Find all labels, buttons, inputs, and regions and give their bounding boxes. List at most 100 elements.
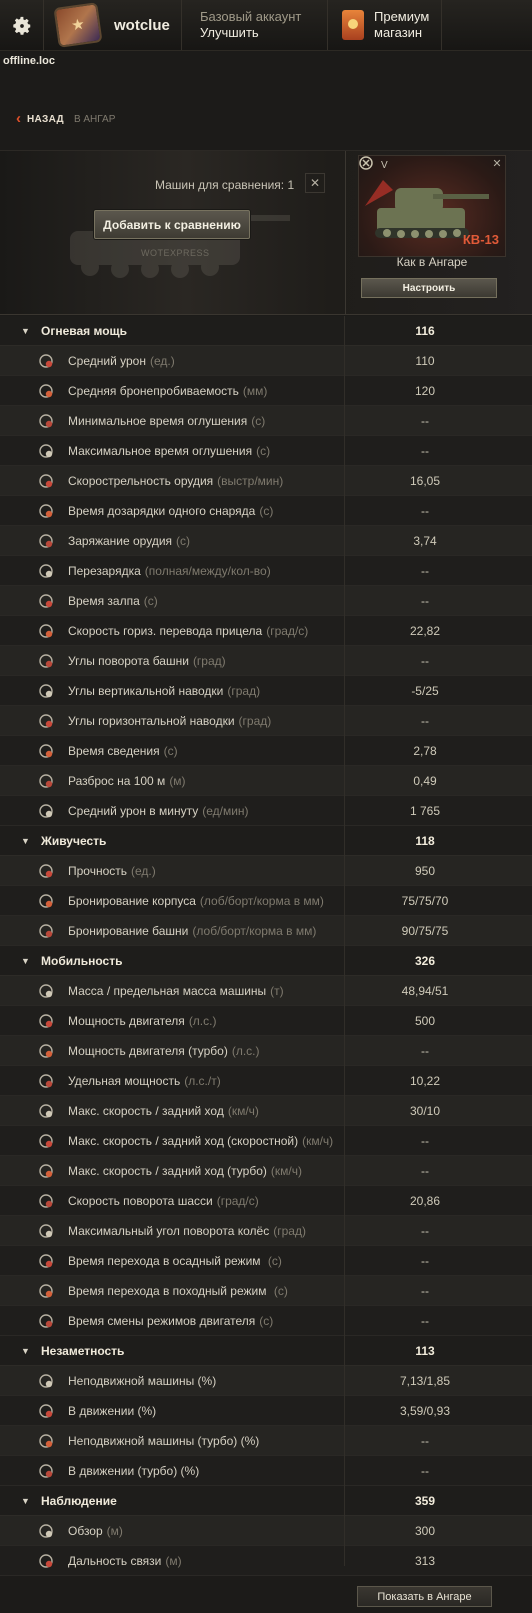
stat-value: --: [421, 713, 429, 728]
category-value: 116: [415, 323, 435, 338]
camo-moving-icon: [37, 1402, 55, 1420]
category-value: 326: [414, 953, 436, 968]
stat-unit: (км/ч): [227, 1103, 259, 1118]
stat-label-text: Время перехода в осадный режим: [68, 1253, 264, 1268]
traverse-icon: [37, 622, 55, 640]
stat-label-text: Углы вертикальной наводки: [68, 683, 224, 698]
stat-label: Мощность двигателя (турбо) (л.с.): [68, 1044, 260, 1058]
category-header[interactable]: ▼ Огневая мощь 116: [0, 316, 532, 346]
breadcrumb-target: В АНГАР: [73, 113, 116, 125]
stat-label: Удельная мощность (л.с./т): [68, 1074, 221, 1088]
stat-label: Скорость поворота шасси (град/с): [68, 1194, 259, 1208]
category-header[interactable]: ▼ Незаметность 113: [0, 1336, 532, 1366]
chevron-down-icon[interactable]: ▼: [21, 836, 31, 846]
stat-value: --: [421, 653, 429, 668]
stat-value: 3,59/0,93: [399, 1403, 451, 1418]
category-value: 359: [414, 1493, 436, 1508]
stat-label: Дальность связи (м): [68, 1554, 182, 1568]
chevron-down-icon[interactable]: ▼: [21, 956, 31, 966]
stat-row: Минимальное время оглушения (с) --: [0, 406, 532, 436]
stat-label-text: Минимальное время оглушения: [68, 413, 248, 428]
server-domain: offline.loc: [3, 55, 55, 67]
stat-label-text: Мощность двигателя: [68, 1013, 185, 1028]
wheel-angle-icon: [37, 1222, 55, 1240]
stat-value: --: [421, 593, 429, 608]
turret-armor-icon: [37, 922, 55, 940]
stat-value: 120: [414, 383, 436, 398]
stat-unit: (км/ч): [270, 1163, 302, 1178]
category-title: Живучесть: [41, 833, 107, 848]
stat-label-text: Углы поворота башни: [68, 653, 189, 668]
stat-value: 0,49: [413, 773, 437, 788]
stat-value: 16,05: [409, 473, 441, 488]
stat-value: 300: [414, 1523, 436, 1538]
stat-value: --: [421, 1163, 429, 1178]
stat-row: Максимальное время оглушения (с) --: [0, 436, 532, 466]
premium-shop-button[interactable]: Премиум магазин: [328, 0, 442, 50]
stat-label: Макс. скорость / задний ход (скоростной)…: [68, 1134, 333, 1148]
stat-row: Скорость поворота шасси (град/с) 20,86: [0, 1186, 532, 1216]
show-in-hangar-button[interactable]: Показать в Ангаре: [357, 1586, 492, 1607]
camo-still-turbo-icon: [37, 1432, 55, 1450]
stat-label-text: Время дозарядки одного снаряда: [68, 503, 256, 518]
stat-unit: (град/с): [266, 623, 309, 638]
rate-of-fire-icon: [37, 472, 55, 490]
gear-icon: [12, 16, 30, 35]
stat-label-text: Средний урон: [68, 353, 146, 368]
stat-value: 3,74: [413, 533, 437, 548]
salvo-icon: [37, 592, 55, 610]
stat-value: --: [421, 443, 429, 458]
stat-unit: (ед.): [149, 353, 175, 368]
stat-unit: (л.с.): [188, 1013, 217, 1028]
account-menu[interactable]: ★ wotclue: [44, 0, 182, 50]
category-header[interactable]: ▼ Наблюдение 359: [0, 1486, 532, 1516]
stat-label-text: Скорострельность орудия: [68, 473, 214, 488]
stat-unit: (град): [273, 1223, 306, 1238]
stat-row: Время дозарядки одного снаряда (с) --: [0, 496, 532, 526]
stat-unit: (град): [227, 683, 261, 698]
chevron-left-icon[interactable]: ‹: [16, 111, 21, 126]
dispersion-icon: [37, 772, 55, 790]
stat-label-text: В движении (%): [68, 1403, 157, 1418]
settings-button[interactable]: [0, 0, 44, 51]
stat-label-text: Мощность двигателя (турбо): [68, 1043, 228, 1058]
stat-label: Максимальное время оглушения (с): [68, 444, 270, 458]
siege-mode-icon: [37, 1252, 55, 1270]
stat-label: Заряжание орудия (с): [68, 534, 190, 548]
hit-points-icon: [37, 862, 55, 880]
stat-label: В движении (турбо) (%): [68, 1464, 199, 1478]
stat-row: Средний урон в минуту (ед/мин) 1 765: [0, 796, 532, 826]
chevron-down-icon[interactable]: ▼: [21, 1496, 31, 1506]
stats-table: ▼ Огневая мощь 116 Средний урон (ед.) 110 Сред…: [0, 316, 532, 1576]
add-to-compare-button[interactable]: Добавить к сравнению: [94, 210, 250, 239]
stat-unit: (т): [270, 983, 284, 998]
back-button[interactable]: НАЗАД: [27, 114, 64, 125]
account-type-block[interactable]: Базовый аккаунт Улучшить: [182, 0, 328, 50]
chevron-down-icon[interactable]: ▼: [21, 1346, 31, 1356]
stat-unit: (л.с./т): [184, 1073, 221, 1088]
speed-fast-icon: [37, 1132, 55, 1150]
stat-label: Время смены режимов двигателя (с): [68, 1314, 273, 1328]
stat-label-text: Средний урон в минуту: [68, 803, 199, 818]
stat-unit: (с): [256, 443, 271, 458]
clear-compare-button[interactable]: ✕: [305, 173, 325, 193]
stat-row: Углы поворота башни (град) --: [0, 646, 532, 676]
remove-vehicle-button[interactable]: ✕: [489, 155, 505, 171]
upgrade-link[interactable]: Улучшить: [200, 25, 327, 40]
stat-label-text: Максимальное время оглушения: [68, 443, 253, 458]
horizontal-aim-icon: [37, 712, 55, 730]
category-header[interactable]: ▼ Живучесть 118: [0, 826, 532, 856]
stat-row: В движении (турбо) (%) --: [0, 1456, 532, 1486]
chevron-down-icon[interactable]: ▼: [21, 326, 31, 336]
stat-value: -5/25: [411, 683, 439, 698]
vehicle-state: Как в Ангаре: [396, 255, 468, 269]
category-header[interactable]: ▼ Мобильность 326: [0, 946, 532, 976]
stat-value: --: [421, 1223, 429, 1238]
stat-label: Макс. скорость / задний ход (турбо) (км/ч…: [68, 1164, 302, 1178]
configure-button[interactable]: Настроить: [361, 278, 497, 298]
stat-label: Углы поворота башни (град): [68, 654, 226, 668]
close-icon: ✕: [492, 157, 502, 170]
weight-icon: [37, 982, 55, 1000]
stat-row: Время перехода в походный режим (с) --: [0, 1276, 532, 1306]
elevation-icon: [37, 682, 55, 700]
